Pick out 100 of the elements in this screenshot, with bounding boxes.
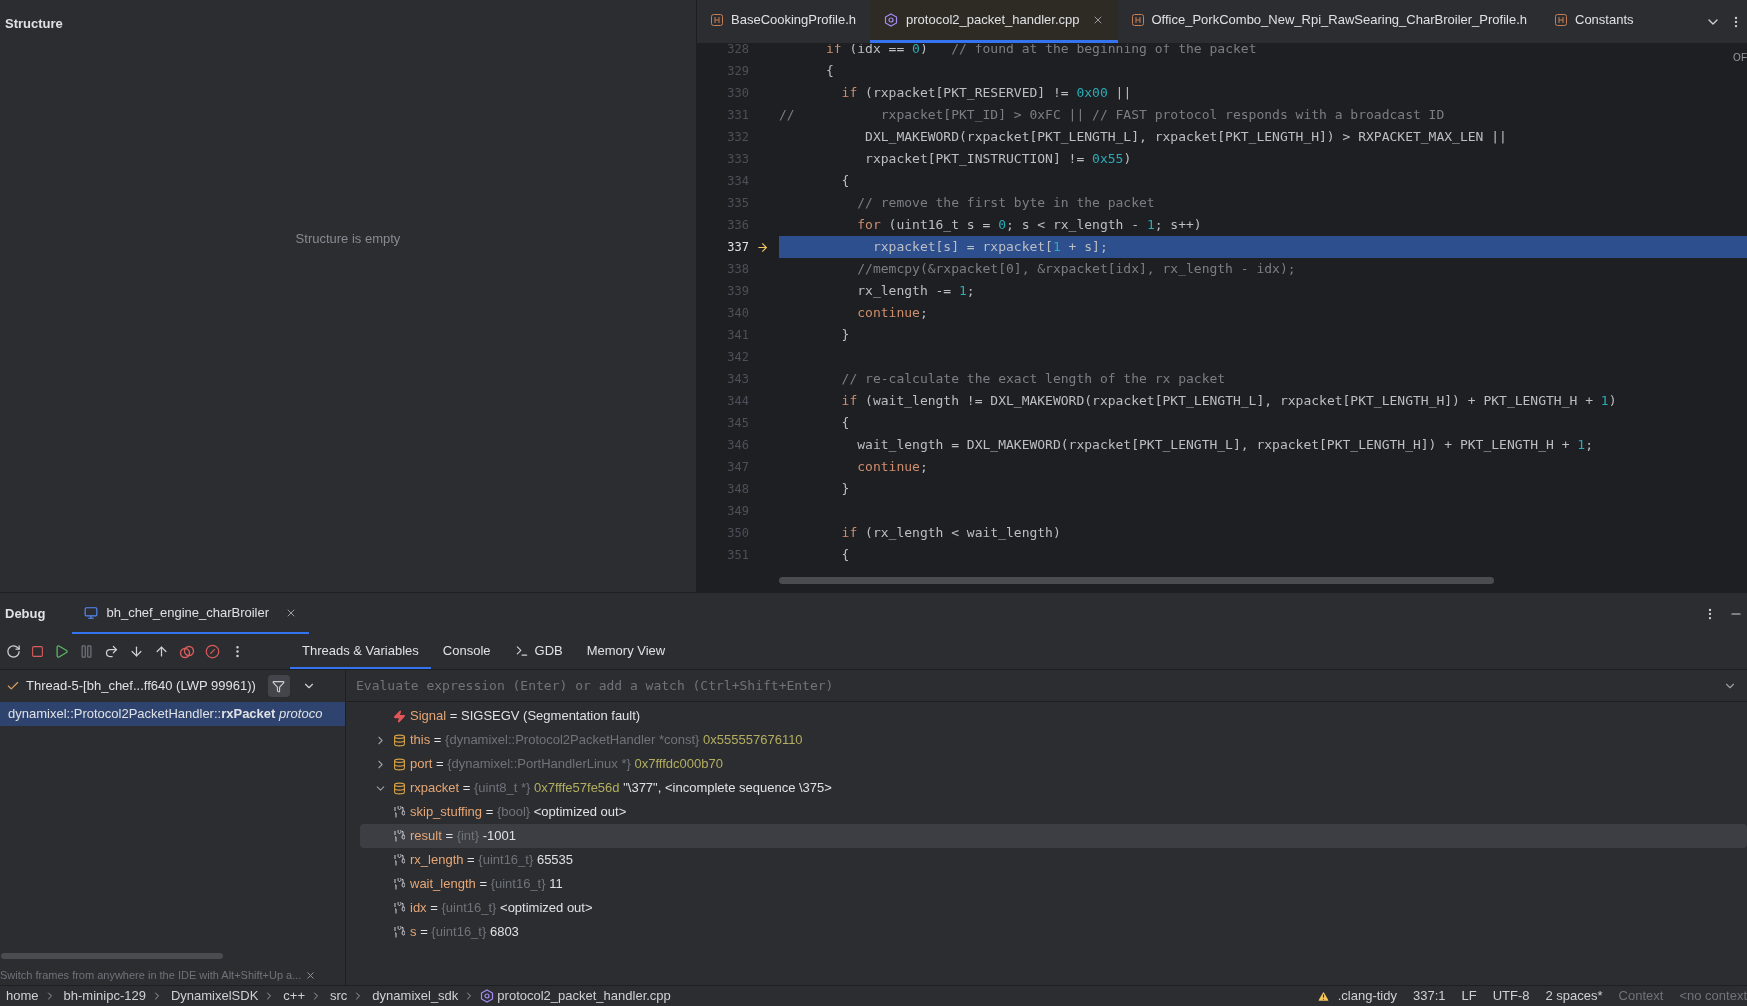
variable-row[interactable]: rxpacket = {uint8_t *} 0x7fffe57fe56d "\377", <incomplete sequence \375> <box>360 776 1747 800</box>
panel-title: Structure <box>4 15 64 33</box>
checkmark-icon <box>6 679 20 693</box>
breadcrumb-item[interactable]: c++ <box>283 986 305 1006</box>
status-item[interactable]: LF <box>1461 986 1477 1006</box>
terminal-icon <box>514 643 529 658</box>
header-file-icon <box>1131 14 1144 26</box>
binary-icon <box>393 925 405 939</box>
code-line: { <box>840 172 850 191</box>
code-line: //memcpy(&rxpacket[0], &rxpacket[idx], rx_length - idx); <box>856 260 1296 279</box>
code-line: continue; <box>856 304 928 323</box>
status-item[interactable]: .clang-tidy <box>1337 986 1397 1006</box>
code-line: for (uint16_t s = 0; s < rx_length - 1; s++) <box>856 216 1202 235</box>
lightning-icon <box>392 709 406 723</box>
line-number: 337 <box>726 239 749 256</box>
code-line: { <box>840 546 850 565</box>
code-line: if (idx == 0) // found at the beginning of the packet <box>824 44 1257 59</box>
header-file-icon <box>1555 14 1567 26</box>
breadcrumb-item[interactable]: protocol2_packet_handler.cpp <box>497 986 671 1006</box>
variable-text: wait_length = {uint16_t} 11 <box>410 875 563 894</box>
stack-frame[interactable]: dynamixel::Protocol2PacketHandler::rxPacket protoco <box>0 702 345 726</box>
header-file-icon <box>711 14 723 26</box>
editor-tab[interactable]: BaseCookingProfile.h <box>697 0 871 43</box>
view-tab[interactable]: Threads & Variables <box>290 634 431 669</box>
panel-title: Debug <box>4 604 47 623</box>
view-tab[interactable]: Console <box>430 634 503 669</box>
breakpoints-icon[interactable] <box>179 644 195 659</box>
stack-icon <box>392 757 406 771</box>
variable-text: Signal = SIGSEGV (Segmentation fault) <box>410 707 641 726</box>
variable-text: s = {uint16_t} 6803 <box>410 923 519 942</box>
status-item[interactable]: 337:1 <box>1412 986 1446 1006</box>
code-line: // remove the first byte in the packet <box>856 194 1155 213</box>
code-line: continue; <box>856 458 928 477</box>
stack-icon <box>392 781 406 795</box>
code-line: rx_length -= 1; <box>856 282 975 301</box>
step-out-icon[interactable] <box>154 644 169 659</box>
breadcrumb-item[interactable]: bh-minipc-129 <box>63 986 146 1006</box>
code-line: } <box>840 326 850 345</box>
filter-button[interactable] <box>267 675 290 697</box>
session-tab[interactable]: bh_chef_engine_charBroiler <box>72 593 310 634</box>
resume-icon[interactable] <box>54 644 69 659</box>
horizontal-scrollbar[interactable] <box>779 577 1494 584</box>
variable-text: this = {dynamixel::Protocol2PacketHandler *const} 0x555557676110 <box>410 731 803 750</box>
code-line: DXL_MAKEWORD(rxpacket[PKT_LENGTH_L], rxpacket[PKT_LENGTH_H]) > RXPACKET_MAX_LEN || <box>864 128 1507 147</box>
execution-arrow-icon <box>755 240 769 254</box>
pause-icon[interactable] <box>79 644 94 659</box>
code-line: } <box>840 480 850 499</box>
variable-row[interactable]: this = {dynamixel::Protocol2PacketHandler *const} 0x555557676110 <box>360 728 1747 752</box>
empty-state-text: Structure is empty <box>295 229 401 248</box>
editor-tab[interactable]: protocol2_packet_handler.cpp <box>870 0 1118 43</box>
breadcrumb-item[interactable]: DynamixelSDK <box>170 986 259 1006</box>
editor-tab[interactable]: Constants <box>1541 0 1648 43</box>
view-tab[interactable]: GDB <box>502 634 575 669</box>
evaluate-field[interactable]: Evaluate expression (Enter) or add a watch (Ctrl+Shift+Enter) <box>356 675 1723 696</box>
warning-icon <box>1316 989 1330 1003</box>
code-line: rxpacket[PKT_INSTRUCTION] != 0x55) <box>864 150 1132 169</box>
breadcrumb-item[interactable]: home <box>6 986 39 1006</box>
step-into-icon[interactable] <box>129 644 144 659</box>
variable-row[interactable]: s = {uint16_t} 6803 <box>360 920 1747 944</box>
code-line: // rxpacket[PKT_ID] > 0xFC || // FAST protocol responds with a broadcast ID <box>779 106 1445 125</box>
app-window-icon <box>84 605 99 620</box>
hint-text: Switch frames from anywhere in the IDE with Alt+Shift+Up a... <box>0 967 302 983</box>
code-line: wait_length = DXL_MAKEWORD(rxpacket[PKT_LENGTH_L], rxpacket[PKT_LENGTH_H]) + PKT_LENGTH_H + 1; <box>856 436 1593 455</box>
binary-icon <box>393 805 405 819</box>
variable-text: skip_stuffing = {bool} <optimized out> <box>410 803 627 822</box>
variable-row[interactable]: wait_length = {uint16_t} 11 <box>360 872 1747 896</box>
binary-icon <box>393 877 405 891</box>
code-line: // re-calculate the exact length of the rx packet <box>840 370 1226 389</box>
view-tab[interactable]: Memory View <box>574 634 678 669</box>
variable-row[interactable]: rx_length = {uint16_t} 65535 <box>360 848 1747 872</box>
cpp-file-icon <box>884 13 899 27</box>
variable-row[interactable]: Signal = SIGSEGV (Segmentation fault) <box>360 704 1747 728</box>
rerun-icon[interactable] <box>6 644 21 659</box>
breadcrumb-item[interactable]: src <box>330 986 348 1006</box>
code-line: { <box>840 414 850 433</box>
code-line: if (rx_length < wait_length) <box>840 524 1061 543</box>
code-line: if (wait_length != DXL_MAKEWORD(rxpacket[PKT_LENGTH_L], rxpacket[PKT_LENGTH_H]) + PKT_LENGTH_H + 1) <box>840 392 1617 411</box>
stack-icon <box>392 733 406 747</box>
step-over-icon[interactable] <box>104 644 119 659</box>
close-icon[interactable] <box>305 969 317 981</box>
thread-selector[interactable]: Thread-5-[bh_chef...ff640 (LWP 99961)) <box>26 676 256 696</box>
variable-text: rxpacket = {uint8_t *} 0x7fffe57fe56d "\377", <incomplete sequence \375> <box>410 779 832 798</box>
variable-row[interactable]: idx = {uint16_t} <optimized out> <box>360 896 1747 920</box>
binary-icon <box>393 853 405 867</box>
stop-icon[interactable] <box>31 645 44 658</box>
horizontal-scrollbar[interactable] <box>1 953 223 959</box>
variable-row[interactable]: port = {dynamixel::PortHandlerLinux *} 0x7fffdc000b70 <box>360 752 1747 776</box>
editor-tab[interactable]: Office_PorkCombo_New_Rpi_RawSearing_CharBroiler_Profile.h <box>1117 0 1541 43</box>
variable-text: idx = {uint16_t} <optimized out> <box>410 899 593 918</box>
binary-icon <box>393 829 405 843</box>
code-line: if (rxpacket[PKT_RESERVED] != 0x00 || <box>840 84 1132 103</box>
code-line: { <box>824 62 834 81</box>
status-item[interactable]: UTF-8 <box>1492 986 1530 1006</box>
inspection-label: OF <box>1733 51 1747 65</box>
mute-breakpoints-icon[interactable] <box>205 644 220 659</box>
variable-text: port = {dynamixel::PortHandlerLinux *} 0x7fffdc000b70 <box>410 755 723 774</box>
status-item[interactable]: 2 spaces* <box>1545 986 1603 1006</box>
variable-row[interactable]: skip_stuffing = {bool} <optimized out> <box>360 800 1747 824</box>
breadcrumb-item[interactable]: dynamixel_sdk <box>372 986 459 1006</box>
code-line: rxpacket[s] = rxpacket[1 + s]; <box>871 238 1108 257</box>
